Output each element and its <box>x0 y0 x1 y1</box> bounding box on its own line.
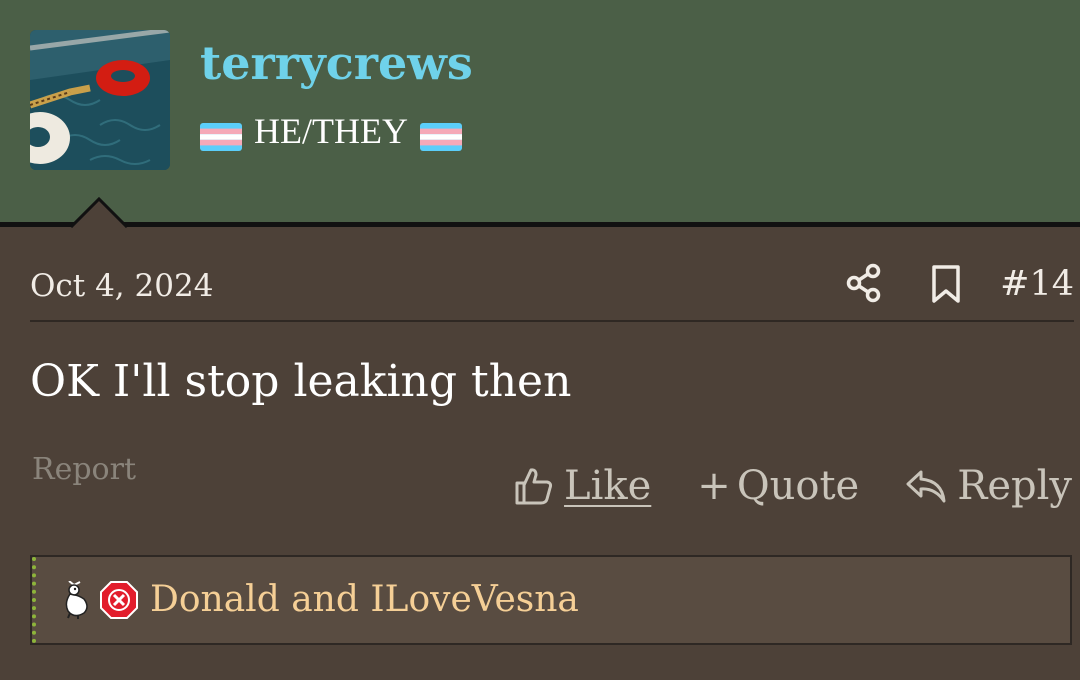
post-message: OK I'll stop leaking then <box>30 356 572 407</box>
goose-reaction-icon <box>65 581 88 619</box>
username-link[interactable]: terrycrews <box>200 34 473 92</box>
user-header: terrycrews HE/THEY <box>0 0 1080 222</box>
thumbs-up-icon <box>515 468 553 505</box>
post-number-link[interactable]: #14 <box>1000 262 1074 306</box>
transgender-flag-icon <box>419 117 462 151</box>
post-meta-bar: Oct 4, 2024 #14 <box>30 258 1074 318</box>
reactions-users-link[interactable]: Donald and ILoveVesna <box>150 577 579 623</box>
post-date[interactable]: Oct 4, 2024 <box>30 266 213 306</box>
red-x-reaction-icon <box>100 581 138 619</box>
post-actions: Like + Quote Reply <box>514 458 1072 514</box>
quote-button[interactable]: + Quote <box>697 458 859 514</box>
user-title-text: HE/THEY <box>254 111 408 151</box>
reply-button[interactable]: Reply <box>905 458 1072 514</box>
transgender-flag-icon <box>200 117 242 151</box>
quote-label: Quote <box>736 463 860 509</box>
plus-icon: + <box>697 463 731 509</box>
reply-label: Reply <box>957 463 1072 509</box>
report-link[interactable]: Report <box>32 450 136 490</box>
user-avatar[interactable] <box>30 30 170 170</box>
reactions-accent <box>32 557 36 643</box>
meta-divider <box>30 320 1074 322</box>
reaction-icons <box>60 581 138 619</box>
reply-arrow-icon <box>906 470 946 503</box>
bookmark-icon[interactable] <box>930 264 962 304</box>
message-pointer <box>70 197 128 228</box>
like-button[interactable]: Like <box>514 458 651 514</box>
user-title: HE/THEY <box>200 108 462 154</box>
like-label: Like <box>564 463 652 509</box>
forum-post-page: terrycrews HE/THEY Oct 4, 2024 #14 OK I'… <box>0 0 1080 680</box>
share-icon[interactable] <box>846 263 882 303</box>
reactions-bar[interactable]: Donald and ILoveVesna <box>30 555 1072 645</box>
header-divider <box>0 222 1080 227</box>
